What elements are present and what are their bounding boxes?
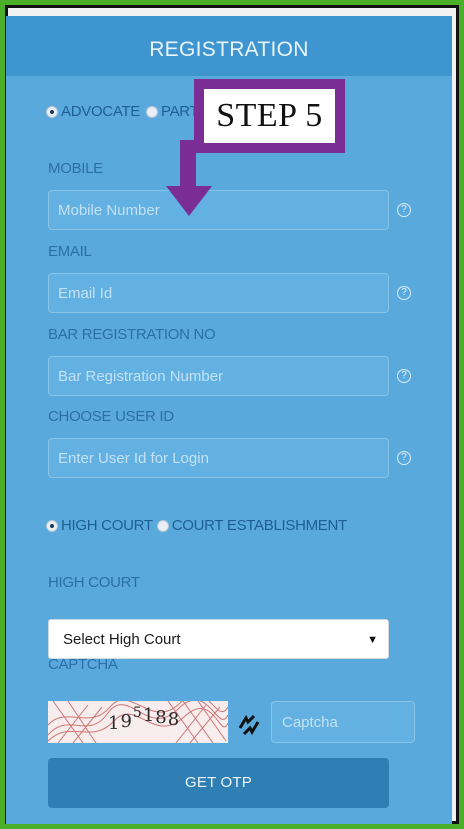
high-court-select[interactable]: Select High Court ▼ (48, 619, 389, 659)
mobile-label: MOBILE (48, 160, 103, 177)
refresh-captcha-icon[interactable] (236, 712, 262, 738)
court-type-radio-group: HIGH COURT COURT ESTABLISHMENT (46, 517, 347, 534)
advocate-radio[interactable] (46, 105, 58, 118)
get-otp-button[interactable]: GET OTP (48, 758, 389, 808)
bar-registration-input[interactable]: Bar Registration Number (48, 356, 389, 396)
captcha-input[interactable]: Captcha (271, 701, 415, 743)
high-court-radio[interactable] (46, 519, 58, 532)
mobile-help-icon[interactable]: ? (397, 203, 411, 217)
advocate-radio-label[interactable]: ADVOCATE (61, 103, 140, 120)
panel-title: REGISTRATION (6, 16, 452, 76)
captcha-text: 195188 (108, 705, 181, 734)
email-input[interactable]: Email Id (48, 273, 389, 313)
dropdown-caret-icon: ▼ (367, 634, 378, 646)
captcha-label: CAPTCHA (48, 656, 118, 673)
high-court-radio-label[interactable]: HIGH COURT (61, 517, 153, 534)
user-id-help-icon[interactable]: ? (397, 451, 411, 465)
high-court-select-value: Select High Court (63, 631, 181, 648)
court-establishment-radio-label[interactable]: COURT ESTABLISHMENT (172, 517, 347, 534)
email-label: EMAIL (48, 243, 92, 260)
party-in-person-radio[interactable] (146, 105, 159, 118)
captcha-image: 195188 (48, 701, 228, 743)
user-id-label: CHOOSE USER ID (48, 408, 174, 425)
bar-registration-help-icon[interactable]: ? (397, 369, 411, 383)
user-id-input[interactable]: Enter User Id for Login (48, 438, 389, 478)
step-annotation-text: STEP 5 (216, 97, 323, 134)
high-court-label: HIGH COURT (48, 574, 140, 591)
bar-registration-label: BAR REGISTRATION NO (48, 326, 216, 343)
arrow-down-icon (166, 140, 212, 216)
court-establishment-radio[interactable] (156, 519, 169, 532)
email-help-icon[interactable]: ? (397, 286, 411, 300)
